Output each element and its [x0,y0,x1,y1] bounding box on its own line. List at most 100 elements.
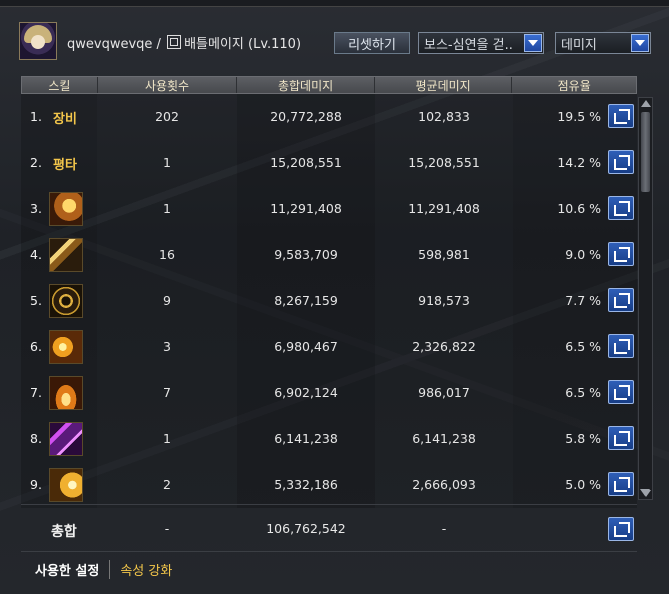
average-damage: 102,833 [418,109,470,124]
rank-number: 9. [30,477,42,492]
share-button[interactable] [608,288,634,312]
meter-title: 배틀메이지 (Lv.110) [184,37,302,52]
table-row: 6. 3 6,980,467 2,326,822 6.5 % [21,324,637,370]
rank-number: 8. [30,431,42,446]
damage-share: 5.8 % [565,431,601,446]
target-dropdown-value: 보스-심연을 걷.. [424,37,513,53]
total-label: 총합 [51,524,77,540]
column-header-uses[interactable]: 사용횟수 [98,77,238,93]
total-damage: 5,332,186 [274,477,338,492]
purple-chain-skill-icon [49,422,83,456]
settings-tabs: 사용한 설정 속성 강화 [21,556,172,582]
tab-used-settings[interactable]: 사용한 설정 [21,559,111,579]
share-total-button[interactable] [608,517,634,541]
damage-share: 5.0 % [565,477,601,492]
column-header-skill[interactable]: 스킬 [22,77,98,93]
table-row: 2. 평타 1 15,208,551 15,208,551 14.2 % [21,140,637,186]
damage-share: 10.6 % [557,201,601,216]
share-button[interactable] [608,380,634,404]
character-avatar [19,22,57,60]
average-damage: 2,326,822 [412,339,476,354]
damage-share: 6.5 % [565,385,601,400]
total-damage: 8,267,159 [274,293,338,308]
uses-count: 1 [163,155,171,170]
total-uses: - [164,521,170,536]
scroll-up-arrow-icon[interactable] [641,100,651,107]
total-damage: 106,762,542 [266,521,346,536]
average-damage: 918,573 [418,293,470,308]
uses-count: 3 [163,339,171,354]
total-damage: 6,902,124 [274,385,338,400]
total-damage: 20,772,288 [270,109,342,124]
damage-share: 14.2 % [557,155,601,170]
staff-strike-skill-icon [49,238,83,272]
scroll-down-arrow-icon[interactable] [640,489,650,496]
average-damage: 2,666,093 [412,477,476,492]
scrollbar-thumb[interactable] [641,112,650,192]
metric-dropdown-value: 데미지 [561,37,597,53]
table-row: 4. 16 9,583,709 598,981 9.0 % [21,232,637,278]
share-button[interactable] [608,426,634,450]
average-damage: 15,208,551 [408,155,480,170]
table-header: 스킬 사용횟수 총합데미지 평균데미지 점유율 [21,76,637,94]
uses-count: 9 [163,293,171,308]
share-button[interactable] [608,196,634,220]
divider [21,551,637,552]
rank-number: 1. [30,109,42,124]
table-row: 9. 2 5,332,186 2,666,093 5.0 % [21,462,637,508]
meteor-burst-skill-icon [49,330,83,364]
total-row: 총합 - 106,762,542 - [21,512,637,546]
uses-count: 202 [155,109,179,124]
flame-skill-icon [49,376,83,410]
chevron-down-icon[interactable] [631,34,649,52]
damage-share: 19.5 % [557,109,601,124]
table-row: 3. 1 11,291,408 11,291,408 10.6 % [21,186,637,232]
uses-count: 1 [163,201,171,216]
skill-name: 평타 [53,158,77,173]
share-button[interactable] [608,472,634,496]
uses-count: 2 [163,477,171,492]
share-button[interactable] [608,334,634,358]
metric-dropdown[interactable]: 데미지 [555,32,651,54]
rank-number: 7. [30,385,42,400]
uses-count: 7 [163,385,171,400]
damage-share: 9.0 % [565,247,601,262]
table-row: 8. 1 6,141,238 6,141,238 5.8 % [21,416,637,462]
damage-share: 6.5 % [565,339,601,354]
share-button[interactable] [608,150,634,174]
reset-button[interactable]: 리셋하기 [334,32,410,54]
rank-number: 2. [30,155,42,170]
rank-number: 6. [30,339,42,354]
total-damage: 9,583,709 [274,247,338,262]
table-scrollbar[interactable] [638,97,653,500]
column-header-total-damage[interactable]: 총합데미지 [237,77,375,93]
average-damage: 598,981 [418,247,470,262]
average-damage: 11,291,408 [408,201,480,216]
share-button[interactable] [608,104,634,128]
chevron-down-icon[interactable] [524,34,542,52]
window-top-edge [0,0,669,7]
swirl-orb-skill-icon [49,192,83,226]
header-title: qwevqwevqe / 배틀메이지 (Lv.110) [67,33,301,52]
damage-share: 7.7 % [565,293,601,308]
total-damage: 15,208,551 [270,155,342,170]
light-burst-skill-icon [49,468,83,502]
rank-number: 5. [30,293,42,308]
table-row: 5. 9 8,267,159 918,573 7.7 % [21,278,637,324]
total-average: - [441,521,447,536]
uses-count: 1 [163,431,171,446]
table-row: 1. 장비 202 20,772,288 102,833 19.5 % [21,94,637,140]
star-circle-skill-icon [49,284,83,318]
share-button[interactable] [608,242,634,266]
table-row: 7. 7 6,902,124 986,017 6.5 % [21,370,637,416]
class-icon [167,35,182,49]
scroll-down-button[interactable] [638,486,653,500]
average-damage: 986,017 [418,385,470,400]
total-damage: 6,141,238 [274,431,338,446]
column-header-share[interactable]: 점유율 [512,77,636,93]
column-header-average-damage[interactable]: 평균데미지 [375,77,513,93]
target-dropdown[interactable]: 보스-심연을 걷.. [418,32,544,54]
tab-attribute-enhance[interactable]: 속성 강화 [110,560,172,579]
average-damage: 6,141,238 [412,431,476,446]
rank-number: 4. [30,247,42,262]
